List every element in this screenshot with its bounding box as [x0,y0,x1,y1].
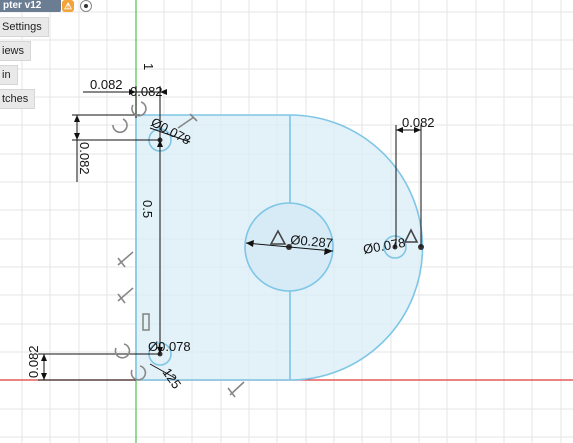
axis-marker: 1 [141,63,156,70]
dim-top-left-horizontal-2[interactable]: 0.082 [130,84,163,99]
browser-node-views[interactable]: iews [0,41,32,61]
component-title[interactable]: pter v12 [0,0,61,12]
dim-left-edge-length[interactable]: 0.5 [140,200,155,218]
browser-node-settings[interactable]: Settings [0,17,49,37]
dim-bottom-circle-diameter[interactable]: Ø0.078 [148,339,191,354]
dim-bottom-left-vertical[interactable]: 0.082 [26,345,41,378]
browser-node-sketches[interactable]: tches [0,89,36,109]
browser-node-label: Settings [2,21,42,33]
browser-node-label: in [2,69,11,81]
warning-icon[interactable]: ⚠ [62,0,74,12]
active-radio-icon[interactable] [80,0,92,12]
browser-node-label: iews [2,45,25,57]
dim-right-horizontal[interactable]: 0.082 [402,115,435,130]
sketch-canvas[interactable]: 0.082 0.082 0.082 Ø0.078 0.5 Ø0.287 0.08… [0,0,573,443]
browser-node-origin[interactable]: in [0,65,18,85]
dim-top-left-horizontal[interactable]: 0.082 [90,77,123,92]
dim-top-left-vertical[interactable]: 0.082 [77,142,92,175]
browser-node-label: tches [2,93,29,105]
